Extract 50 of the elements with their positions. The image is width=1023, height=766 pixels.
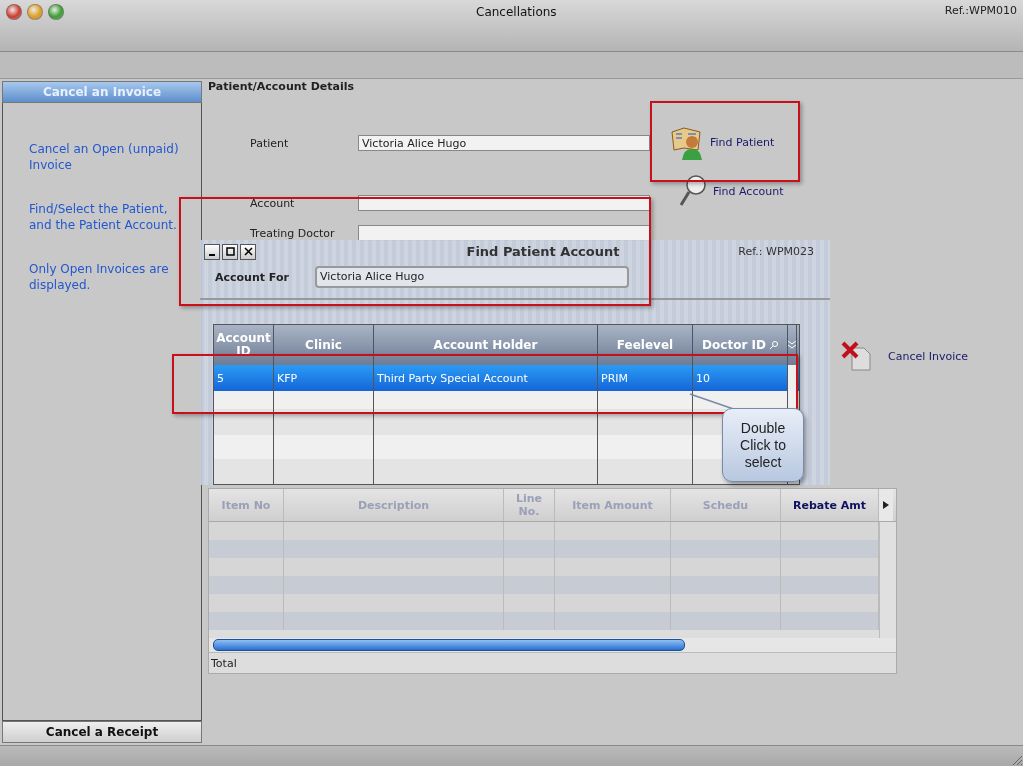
horizontal-scrollbar[interactable] — [209, 638, 896, 652]
maximize-icon — [225, 247, 235, 256]
zoom-window-button[interactable] — [48, 4, 64, 20]
minimize-icon — [209, 253, 215, 256]
search-icon — [769, 341, 778, 349]
column-header: Item No — [209, 489, 284, 521]
column-header[interactable]: Clinic — [305, 338, 342, 352]
close-window-button[interactable] — [6, 4, 22, 20]
minimize-window-button[interactable] — [27, 4, 43, 20]
minimize-button[interactable] — [204, 243, 220, 260]
action-button[interactable]: Find Patient — [670, 124, 775, 160]
section-header[interactable]: Cancel an Invoice — [2, 81, 202, 103]
field-label: Account — [250, 196, 296, 210]
help-text: Find/Select the Patient, and the Patient Account. — [29, 201, 178, 233]
document-x-icon — [840, 340, 872, 372]
table-row[interactable]: 5 KFP Third Party Special Account PRIM 10 — [214, 365, 799, 391]
screen-ref: Ref.:WPM010 — [944, 4, 1017, 17]
text-field[interactable]: Victoria Alice Hugo — [358, 135, 650, 151]
column-header[interactable]: Doctor ID — [702, 338, 766, 352]
close-button[interactable] — [240, 243, 256, 260]
resize-grip-icon — [1011, 754, 1023, 766]
action-button[interactable]: Find Account — [679, 174, 784, 208]
scroll-right-button[interactable] — [879, 489, 893, 521]
column-header[interactable]: Account Holder — [433, 338, 538, 352]
maximize-button[interactable] — [222, 243, 238, 260]
total-label: Total — [211, 656, 237, 670]
dialog-title: Find Patient Account — [465, 244, 621, 259]
column-header: Schedu — [671, 489, 781, 521]
column-header: Line No. — [504, 489, 555, 521]
column-header: Description — [284, 489, 504, 521]
window-title: Cancellations — [476, 5, 558, 19]
screen-ref: Ref.: WPM023 — [738, 245, 814, 258]
callout: Double Click to select — [722, 408, 804, 482]
search-icon — [679, 174, 707, 208]
triangle-right-icon — [883, 501, 889, 509]
action-button[interactable]: Cancel Invoice — [840, 340, 969, 372]
help-text: Only Open Invoices are displayed. — [29, 261, 170, 293]
section-header[interactable]: Cancel a Receipt — [2, 721, 202, 743]
chevron-down-icon — [788, 341, 796, 349]
section-heading: Patient/Account Details — [208, 79, 355, 95]
field-label: Treating Doctor — [250, 226, 336, 240]
field-label: Account For — [215, 270, 290, 284]
text-field[interactable] — [358, 225, 650, 241]
close-icon — [243, 247, 253, 256]
field-label: Patient — [250, 136, 290, 150]
column-header[interactable]: Feelevel — [616, 338, 674, 352]
column-header: Item Amount — [555, 489, 671, 521]
text-field[interactable]: Victoria Alice Hugo — [315, 266, 629, 288]
vertical-scrollbar[interactable] — [788, 365, 797, 391]
help-text: Cancel an Open (unpaid) Invoice — [29, 141, 180, 173]
